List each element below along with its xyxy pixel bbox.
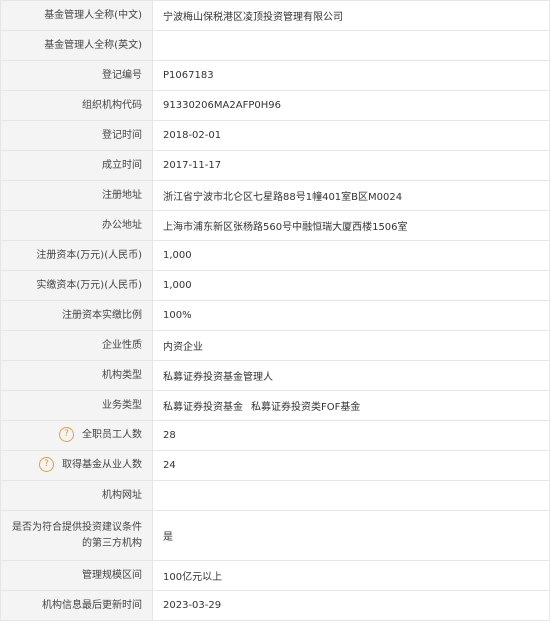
row-label: ? 取得基金从业人数	[0, 450, 153, 481]
row-label: 管理规模区间	[0, 560, 153, 591]
last-updated-date: 2023-03-29	[152, 590, 550, 621]
table-row: 机构网址	[0, 480, 550, 511]
help-icon[interactable]: ?	[59, 427, 74, 443]
registered-capital: 1,000	[152, 240, 550, 271]
row-label: 机构类型	[0, 360, 153, 391]
table-row: 机构类型 私募证券投资基金管理人	[0, 360, 550, 391]
table-row: 业务类型 私募证券投资基金 私募证券投资类FOF基金	[0, 390, 550, 421]
help-icon[interactable]: ?	[39, 457, 54, 473]
full-time-staff-count: 28	[152, 420, 550, 451]
table-row: 基金管理人全称(英文)	[0, 30, 550, 61]
establishment-date: 2017-11-17	[152, 150, 550, 181]
row-label: 办公地址	[0, 210, 153, 241]
paid-in-capital: 1,000	[152, 270, 550, 301]
table-row: 实缴资本(万元)(人民币) 1,000	[0, 270, 550, 301]
table-row: 管理规模区间 100亿元以上	[0, 560, 550, 591]
office-address: 上海市浦东新区张杨路560号中融恒瑞大厦西楼1506室	[152, 210, 550, 241]
business-type-item: 私募证券投资类FOF基金	[251, 402, 361, 413]
management-scale: 100亿元以上	[152, 560, 550, 591]
qualified-staff-count: 24	[152, 450, 550, 481]
row-label: 是否为符合提供投资建议条件的第三方机构	[0, 510, 153, 561]
row-label: 成立时间	[0, 150, 153, 181]
business-type-item: 私募证券投资基金	[163, 402, 243, 413]
row-label: 登记时间	[0, 120, 153, 151]
row-label-text: 全职员工人数	[82, 429, 142, 441]
table-row: 办公地址 上海市浦东新区张杨路560号中融恒瑞大厦西楼1506室	[0, 210, 550, 241]
row-label: 机构信息最后更新时间	[0, 590, 153, 621]
table-row: 注册资本(万元)(人民币) 1,000	[0, 240, 550, 271]
manager-name-en	[152, 30, 550, 61]
table-row: 企业性质 内资企业	[0, 330, 550, 361]
row-label: 登记编号	[0, 60, 153, 91]
table-row: 登记编号 P1067183	[0, 60, 550, 91]
row-label: 注册资本(万元)(人民币)	[0, 240, 153, 271]
table-row: 登记时间 2018-02-01	[0, 120, 550, 151]
row-label: 注册地址	[0, 180, 153, 211]
table-row: 成立时间 2017-11-17	[0, 150, 550, 181]
row-label: 基金管理人全称(中文)	[0, 0, 153, 31]
table-row: 组织机构代码 91330206MA2AFP0H96	[0, 90, 550, 121]
row-label: 基金管理人全称(英文)	[0, 30, 153, 61]
row-label: 组织机构代码	[0, 90, 153, 121]
row-label: 注册资本实缴比例	[0, 300, 153, 331]
table-row: 基金管理人全称(中文) 宁波梅山保税港区凌顶投资管理有限公司	[0, 0, 550, 31]
manager-name-cn: 宁波梅山保税港区凌顶投资管理有限公司	[152, 0, 550, 31]
table-row: 注册地址 浙江省宁波市北仑区七星路88号1幢401室B区M0024	[0, 180, 550, 211]
row-label: 业务类型	[0, 390, 153, 421]
enterprise-nature: 内资企业	[152, 330, 550, 361]
table-row: ? 全职员工人数 28	[0, 420, 550, 451]
registration-date: 2018-02-01	[152, 120, 550, 151]
row-label: 机构网址	[0, 480, 153, 511]
row-label-line: 是否为符合提供投资建议条件	[12, 521, 142, 533]
third-party-advisor-flag: 是	[152, 510, 550, 561]
row-label-text: 取得基金从业人数	[62, 459, 142, 471]
row-label-line: 的第三方机构	[82, 537, 142, 549]
row-label: 企业性质	[0, 330, 153, 361]
registered-address: 浙江省宁波市北仑区七星路88号1幢401室B区M0024	[152, 180, 550, 211]
paid-in-ratio: 100%	[152, 300, 550, 331]
organization-code: 91330206MA2AFP0H96	[152, 90, 550, 121]
manager-info-table: 基金管理人全称(中文) 宁波梅山保税港区凌顶投资管理有限公司 基金管理人全称(英…	[0, 0, 550, 621]
institution-type: 私募证券投资基金管理人	[152, 360, 550, 391]
row-label: 实缴资本(万元)(人民币)	[0, 270, 153, 301]
row-label: ? 全职员工人数	[0, 420, 153, 451]
registration-number: P1067183	[152, 60, 550, 91]
business-type: 私募证券投资基金 私募证券投资类FOF基金	[152, 390, 550, 421]
institution-website[interactable]	[152, 480, 550, 511]
table-row: 注册资本实缴比例 100%	[0, 300, 550, 331]
table-row: 机构信息最后更新时间 2023-03-29	[0, 590, 550, 621]
table-row: 是否为符合提供投资建议条件的第三方机构 是	[0, 510, 550, 561]
table-row: ? 取得基金从业人数 24	[0, 450, 550, 481]
